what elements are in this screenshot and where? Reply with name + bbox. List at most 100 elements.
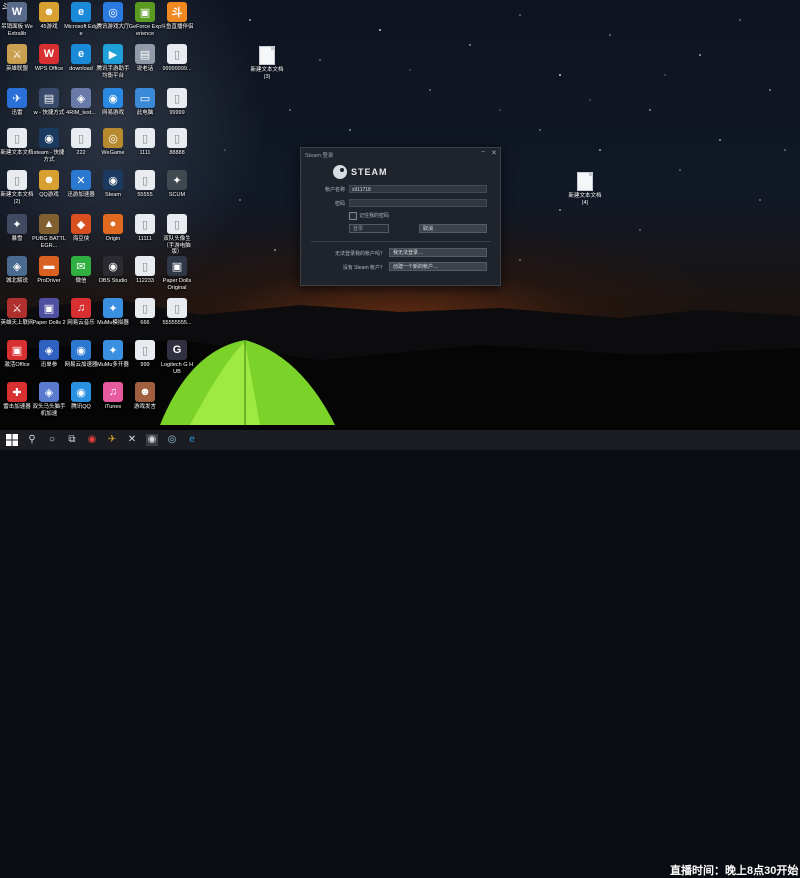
desktop-icon[interactable]: ▯ 11111 (128, 214, 162, 243)
desktop-icon[interactable]: ▯ 999 (128, 340, 162, 369)
desktop-icon[interactable]: ◎ 腾讯游戏大厅 (96, 2, 130, 31)
desktop-icon[interactable]: ⚔ 英雄天上联网 (0, 298, 34, 327)
desktop-icon[interactable]: ▣ Paper Dolls Original (160, 256, 194, 291)
desktop-icon-label: Paper Dolls Original (162, 278, 192, 291)
login-button[interactable]: 登录 (349, 224, 389, 233)
app-icon: ▣ (135, 2, 155, 22)
desktop-icon[interactable]: ✚ 雷击加速器 (0, 382, 34, 411)
desktop-icon[interactable]: e Microsoft Edge (64, 2, 98, 37)
desktop-icon[interactable]: ▤ 说老话 (128, 44, 162, 73)
desktop-file-2[interactable]: 新建文本文档 (4) (568, 172, 602, 206)
desktop-icon[interactable]: ▤ w - 快捷方式 (32, 88, 66, 117)
desktop-icon[interactable]: ▣ 激活Office (0, 340, 34, 369)
desktop-icon[interactable]: ✉ 微信 (64, 256, 98, 285)
desktop-icon[interactable]: ▯ 55555 (128, 170, 162, 199)
desktop-icon[interactable]: ◉ Steam (96, 170, 130, 199)
desktop-icon[interactable]: ▶ 腾讯手游助手 均衡平台 (96, 44, 130, 79)
desktop-icon[interactable]: ◉ steam - 快捷方式 (32, 128, 66, 163)
desktop-icon[interactable]: ◆ 海豆侠 (64, 214, 98, 243)
desktop-icon[interactable]: W WPS Office (32, 44, 66, 73)
desktop-icon[interactable]: ▭ 此电脑 (128, 88, 162, 117)
desktop-icon[interactable]: ☻ 游戏发言 (128, 382, 162, 411)
password-input[interactable] (349, 199, 487, 207)
desktop-icon[interactable]: ◈ 双头马头脑手机加速 (32, 382, 66, 417)
desktop-icon[interactable]: ● Origin (96, 214, 130, 243)
search-icon[interactable]: ⚲ (26, 434, 38, 446)
password-label: 密码 (334, 201, 345, 207)
desktop-icon[interactable]: ✈ 迅雷 (0, 88, 34, 117)
desktop-icon[interactable]: ♫ iTunes (96, 382, 130, 411)
desktop-icon[interactable]: ◉ 网易游戏 (96, 88, 130, 117)
desktop-icon[interactable]: ◈ 4RIM_test... (64, 88, 98, 117)
desktop-icon[interactable]: ✕ 迅游加速器 (64, 170, 98, 199)
desktop-icon[interactable]: ⚔ 英雄联盟 (0, 44, 34, 73)
task-view-icon[interactable]: ⧉ (66, 434, 78, 446)
desktop-icon[interactable]: ✦ MuMu多开器 (96, 340, 130, 369)
desktop-icon[interactable]: W 吊销面板 WeExtralib (0, 2, 34, 37)
app-icon: ⚔ (7, 44, 27, 64)
desktop-icon[interactable]: ▯ 新建文本文档 (2) (0, 170, 34, 205)
desktop-icon-label: 城北解说 (5, 278, 28, 284)
netease-music-taskbar-icon[interactable]: ◉ (86, 434, 98, 446)
desktop-icon-label: 双队头像生（手游电脑版） (163, 236, 191, 255)
desktop-icon-label: 吊销面板 WeExtralib (1, 24, 33, 37)
desktop-icon[interactable]: ▲ PUBG BATTLEGR... (32, 214, 66, 249)
cortana-icon[interactable]: ○ (46, 434, 58, 446)
tool-taskbar-icon[interactable]: ✕ (126, 434, 138, 446)
douyu-taskbar-icon[interactable]: ✈ (106, 434, 118, 446)
desktop-icon[interactable]: ♫ 网易云音乐 (64, 298, 98, 327)
desktop-icon[interactable]: ▯ 222 (64, 128, 98, 157)
desktop-icon[interactable]: ▯ 112233 (128, 256, 162, 285)
steam-taskbar-icon[interactable]: ◎ (166, 434, 178, 446)
cancel-button[interactable]: 取消 (419, 224, 487, 233)
desktop-icon[interactable]: ▣ GeForce Experience (128, 2, 162, 37)
desktop-icon[interactable]: ☻ 45游戏 (32, 2, 66, 31)
desktop-icon-label: 11111 (138, 236, 152, 242)
desktop-icon[interactable]: ▯ 88888 (160, 128, 194, 157)
desktop-icon[interactable]: ▯ 1111 (128, 128, 162, 157)
minimize-button[interactable]: − (481, 149, 485, 156)
desktop-icon[interactable]: ◉ OBS Studio (96, 256, 130, 285)
desktop-icon-label: download (69, 66, 93, 72)
app-icon: ✦ (103, 340, 123, 360)
desktop-icon-label: 网易云加速器 (64, 362, 98, 368)
desktop-icon[interactable]: ▯ 99999999... (160, 44, 194, 73)
desktop-icon[interactable]: ▣ Paper Dolls 2 (32, 298, 66, 327)
desktop-icon[interactable]: ▯ 55555555... (160, 298, 194, 327)
app-icon: ▭ (135, 88, 155, 108)
create-account-button[interactable]: 创建一个新的帐户… (389, 262, 487, 271)
desktop-icon[interactable]: ◈ 迅单参 (32, 340, 66, 369)
desktop-icon[interactable]: ✦ 暴雪 (0, 214, 34, 243)
desktop-icon[interactable]: ▯ 双队头像生（手游电脑版） (160, 214, 194, 256)
desktop-icon[interactable]: ▯ 99999 (160, 88, 194, 117)
edge-taskbar-icon[interactable]: e (186, 434, 198, 446)
remember-password-checkbox[interactable] (349, 212, 357, 220)
desktop-icon-label: 45游戏 (40, 24, 58, 30)
account-name-input[interactable]: x911718 (349, 185, 487, 193)
app-icon: ◉ (103, 256, 123, 276)
desktop-icon[interactable]: ▯ 666 (128, 298, 162, 327)
obs-taskbar-icon[interactable]: ◉ (146, 434, 158, 446)
windows-logo-icon[interactable] (6, 434, 18, 446)
desktop-icon[interactable]: ◎ WeGame (96, 128, 130, 157)
desktop-icon-label: Origin (105, 236, 121, 242)
desktop-icon[interactable]: ◈ 城北解说 (0, 256, 34, 285)
app-icon: ☻ (135, 382, 155, 402)
forgot-account-button[interactable]: 我无法登录… (389, 248, 487, 257)
desktop-icon-label: iTunes (104, 404, 122, 410)
desktop-file-1[interactable]: 新建文本文档 (3) (250, 46, 284, 80)
app-icon: ◉ (39, 128, 59, 148)
desktop-icon-label: 海豆侠 (72, 236, 90, 242)
desktop-icon[interactable]: ☻ QQ游戏 (32, 170, 66, 199)
close-button[interactable]: ✕ (491, 149, 497, 157)
desktop-icon[interactable]: 斗斗鱼直播伴侣 (160, 2, 194, 31)
app-icon: ▶ (103, 44, 123, 64)
desktop-icon[interactable]: G Logitech G HUB (160, 340, 194, 375)
desktop-icon[interactable]: e download (64, 44, 98, 73)
desktop-icon[interactable]: ▯ 新建文本文档 (0, 128, 34, 157)
desktop-icon[interactable]: ◉ 腾讯QQ (64, 382, 98, 411)
desktop-icon[interactable]: ✦ SCUM (160, 170, 194, 199)
desktop-icon[interactable]: ✦ MuMu模拟器 (96, 298, 130, 327)
desktop-icon[interactable]: ◉ 网易云加速器 (64, 340, 98, 369)
desktop-icon[interactable]: ▬ ProDriver (32, 256, 66, 285)
